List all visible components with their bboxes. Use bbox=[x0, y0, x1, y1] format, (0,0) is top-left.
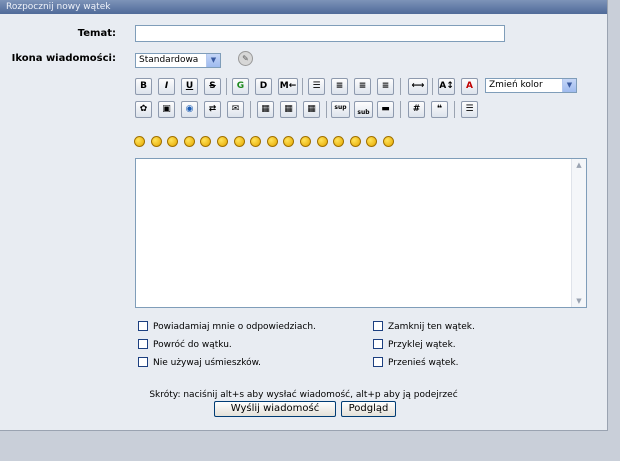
lock-checkbox[interactable] bbox=[373, 321, 383, 331]
toolbar-separator bbox=[432, 78, 433, 95]
superscript-button[interactable]: sup bbox=[331, 101, 350, 118]
toolbar-separator bbox=[454, 101, 455, 118]
subject-input[interactable] bbox=[135, 25, 505, 42]
shortcuts-hint: Skróty: naciśnij alt+s aby wysłać wiadom… bbox=[149, 390, 458, 400]
toolbar-separator bbox=[326, 101, 327, 118]
toolbar-separator bbox=[400, 78, 401, 95]
font-size-icon[interactable]: A↕ bbox=[438, 78, 455, 95]
bold-button[interactable]: B bbox=[135, 78, 152, 95]
align-right-icon[interactable]: ≡ bbox=[377, 78, 394, 95]
smiley-smiley-icon[interactable] bbox=[134, 136, 145, 147]
submit-button[interactable]: Wyślij wiadomość bbox=[214, 401, 336, 417]
sticky-checkbox[interactable] bbox=[373, 339, 383, 349]
ftp-link-icon[interactable]: ⇄ bbox=[204, 101, 221, 118]
code-button[interactable]: # bbox=[408, 101, 425, 118]
no-smileys-checkbox[interactable] bbox=[138, 357, 148, 367]
preformatted-icon[interactable]: ☰ bbox=[308, 78, 325, 95]
underline-button[interactable]: U bbox=[181, 78, 198, 95]
shocked-smiley-icon[interactable] bbox=[233, 136, 245, 147]
flash-icon[interactable]: ✿ bbox=[135, 101, 152, 118]
align-left-icon[interactable]: ≡ bbox=[331, 78, 348, 95]
grin-smiley-icon[interactable] bbox=[183, 136, 195, 147]
angry-smiley-icon[interactable] bbox=[200, 136, 212, 147]
email-icon[interactable]: ✉ bbox=[227, 101, 244, 118]
tongue-smiley-icon[interactable] bbox=[300, 136, 311, 147]
hyperlink-icon[interactable]: ◉ bbox=[181, 101, 198, 118]
strikethrough-button[interactable]: S bbox=[204, 78, 221, 95]
textarea-scrollbar[interactable]: ▲ ▼ bbox=[571, 159, 586, 307]
toolbar-separator bbox=[400, 101, 401, 118]
cool-smiley-icon[interactable] bbox=[250, 136, 262, 147]
message-icon-select[interactable]: Standardowa ▼ bbox=[135, 53, 221, 68]
panel-title: Rozpocznij nowy wątek bbox=[0, 0, 607, 14]
table-icon[interactable]: ▦ bbox=[257, 101, 274, 118]
subscript-button[interactable]: sub bbox=[354, 101, 373, 118]
message-textarea[interactable]: ▲ ▼ bbox=[135, 158, 587, 308]
horizontal-rule-icon[interactable]: ⟷ bbox=[408, 78, 428, 95]
huh-smiley-icon[interactable] bbox=[266, 136, 278, 147]
shadow-button[interactable]: D bbox=[255, 78, 272, 95]
no-smileys-label: Nie używaj uśmieszków. bbox=[153, 358, 262, 368]
move-checkbox[interactable] bbox=[373, 357, 383, 367]
embarrassed-smiley-icon[interactable] bbox=[316, 136, 328, 147]
marquee-label: M bbox=[279, 81, 289, 91]
italic-button[interactable]: I bbox=[158, 78, 175, 95]
message-icon-select-value: Standardowa bbox=[139, 55, 199, 65]
cry-smiley-icon[interactable] bbox=[383, 136, 394, 147]
sad-smiley-icon[interactable] bbox=[217, 136, 228, 147]
scroll-up-icon: ▲ bbox=[576, 161, 582, 169]
sticky-label: Przyklej wątek. bbox=[388, 340, 456, 350]
align-center-icon[interactable]: ≡ bbox=[354, 78, 371, 95]
move-label: Przenieś wątek. bbox=[388, 358, 459, 368]
kiss-smiley-icon[interactable] bbox=[366, 136, 378, 147]
scroll-down-icon: ▼ bbox=[576, 297, 582, 305]
chevron-down-icon: ▼ bbox=[562, 79, 576, 92]
font-color-select-value: Zmień kolor bbox=[489, 80, 543, 90]
image-icon[interactable]: ▣ bbox=[158, 101, 175, 118]
notify-label: Powiadamiaj mnie o odpowiedziach. bbox=[153, 322, 316, 332]
quote-icon[interactable]: ❝ bbox=[431, 101, 448, 118]
new-topic-panel: Rozpocznij nowy wątek Temat: Ikona wiado… bbox=[0, 0, 608, 431]
toolbar-separator bbox=[250, 101, 251, 118]
roll-eyes-smiley-icon[interactable] bbox=[283, 136, 295, 147]
wink-smiley-icon[interactable] bbox=[150, 136, 162, 147]
list-icon[interactable]: ☰ bbox=[461, 101, 478, 118]
return-label: Powróć do wątku. bbox=[153, 340, 232, 350]
table-column-icon[interactable]: ▦ bbox=[303, 101, 320, 118]
toolbar-separator bbox=[226, 78, 227, 95]
glow-button[interactable]: G bbox=[232, 78, 249, 95]
toolbar-separator bbox=[302, 78, 303, 95]
notify-checkbox[interactable] bbox=[138, 321, 148, 331]
teletype-icon[interactable]: ▬ bbox=[377, 101, 394, 118]
cheesy-smiley-icon[interactable] bbox=[167, 136, 179, 147]
marquee-button[interactable]: M← bbox=[278, 78, 298, 95]
message-icon-preview-icon: ✎ bbox=[238, 51, 253, 66]
chevron-down-icon: ▼ bbox=[206, 54, 220, 67]
preview-button[interactable]: Podgląd bbox=[341, 401, 396, 417]
subject-label: Temat: bbox=[77, 28, 116, 39]
undecided-smiley-icon[interactable] bbox=[349, 136, 361, 147]
message-icon-label: Ikona wiadomości: bbox=[11, 53, 116, 64]
lips-sealed-smiley-icon[interactable] bbox=[333, 136, 345, 147]
font-color-icon[interactable]: A bbox=[461, 78, 478, 95]
table-row-icon[interactable]: ▦ bbox=[280, 101, 297, 118]
font-color-select[interactable]: Zmień kolor ▼ bbox=[485, 78, 577, 93]
lock-label: Zamknij ten wątek. bbox=[388, 322, 475, 332]
return-checkbox[interactable] bbox=[138, 339, 148, 349]
